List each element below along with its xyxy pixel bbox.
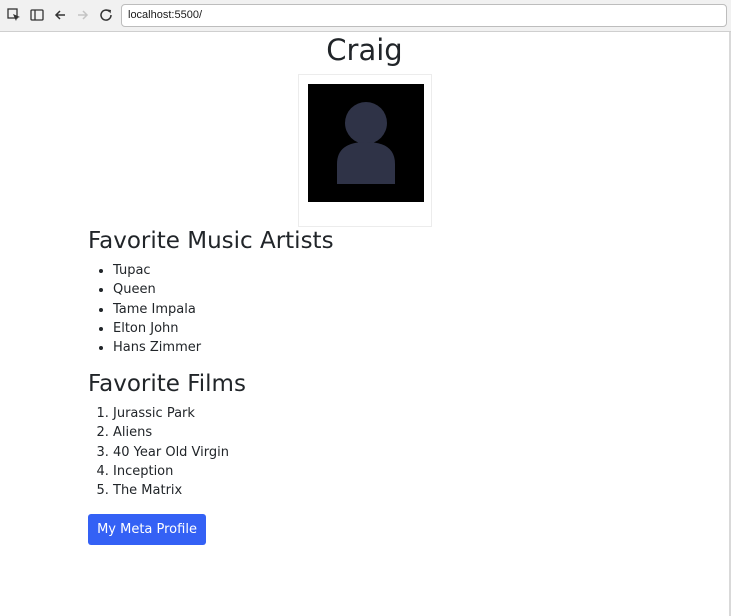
inspect-icon[interactable] bbox=[6, 7, 22, 23]
reload-icon[interactable] bbox=[98, 7, 114, 23]
person-silhouette-icon bbox=[337, 102, 395, 184]
list-item: Inception bbox=[113, 462, 229, 481]
avatar bbox=[308, 84, 424, 202]
music-heading: Favorite Music Artists bbox=[88, 228, 334, 254]
list-item: Jurassic Park bbox=[113, 404, 229, 423]
device-toggle-icon[interactable] bbox=[29, 7, 45, 23]
list-item: 40 Year Old Virgin bbox=[113, 443, 229, 462]
list-item: The Matrix bbox=[113, 481, 229, 500]
list-item: Aliens bbox=[113, 423, 229, 442]
films-list: Jurassic Park Aliens 40 Year Old Virgin … bbox=[88, 404, 229, 500]
browser-toolbar: localhost:5500/ bbox=[0, 0, 731, 32]
avatar-frame bbox=[298, 74, 432, 227]
list-item: Elton John bbox=[113, 319, 201, 338]
meta-profile-button[interactable]: My Meta Profile bbox=[88, 514, 206, 545]
music-list: Tupac Queen Tame Impala Elton John Hans … bbox=[88, 261, 201, 357]
profile-name: Craig bbox=[326, 33, 403, 67]
list-item: Tupac bbox=[113, 261, 201, 280]
list-item: Hans Zimmer bbox=[113, 338, 201, 357]
back-icon[interactable] bbox=[52, 7, 68, 23]
films-heading: Favorite Films bbox=[88, 371, 246, 397]
list-item: Tame Impala bbox=[113, 300, 201, 319]
forward-icon[interactable] bbox=[75, 7, 91, 23]
list-item: Queen bbox=[113, 280, 201, 299]
url-bar[interactable]: localhost:5500/ bbox=[121, 4, 727, 27]
